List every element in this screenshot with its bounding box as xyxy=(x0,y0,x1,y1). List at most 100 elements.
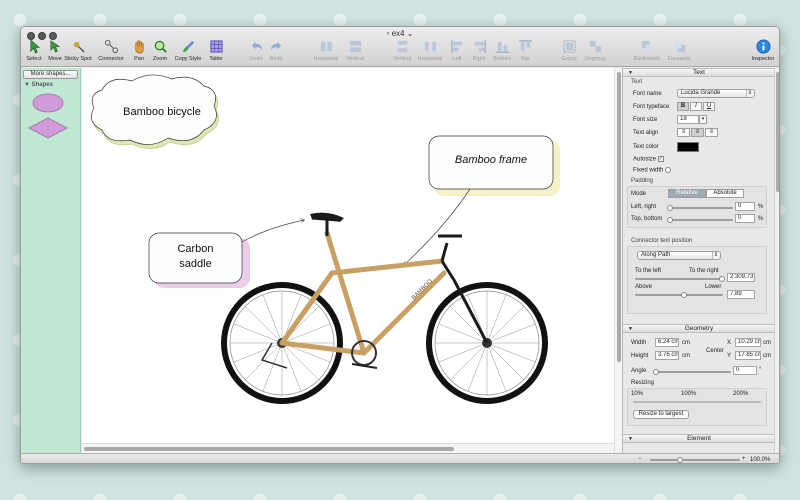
tool-align-vertical[interactable]: Vertical xyxy=(343,39,367,62)
section-text-header[interactable]: ▼ Text xyxy=(623,68,774,77)
group-icon xyxy=(562,40,576,53)
frame-brand-text: BAMBOO xyxy=(411,278,434,301)
angle-field[interactable]: 0 xyxy=(733,366,757,375)
text-color-well[interactable] xyxy=(677,142,699,152)
zoom-out-button[interactable]: − xyxy=(638,456,642,462)
tool-sticky-spot[interactable]: Sticky Spot xyxy=(62,39,94,62)
status-bar-left xyxy=(21,453,622,463)
font-name-popup[interactable]: Lucida Grande ⇕ xyxy=(677,89,755,98)
tool-forwards[interactable]: Forwards xyxy=(665,39,693,62)
tool-inspector[interactable]: Inspector xyxy=(749,39,777,62)
along-path-popup[interactable]: Along Path ⇕ xyxy=(637,251,721,260)
zoom-slider-knob[interactable] xyxy=(677,457,683,463)
zoom-in-button[interactable]: + xyxy=(742,456,746,462)
angle-unit: ° xyxy=(759,367,762,373)
section-element-header[interactable]: ▼ Element xyxy=(623,434,774,443)
x-unit: cm xyxy=(763,340,771,346)
resize-to-largest-button[interactable]: Resize to largest xyxy=(633,410,689,419)
underline-button[interactable]: U xyxy=(703,102,715,111)
disclosure-triangle-icon[interactable]: ▼ xyxy=(628,435,633,443)
connector-frame[interactable] xyxy=(404,188,471,265)
tool-connector[interactable]: Connector xyxy=(96,39,126,62)
angle-slider[interactable] xyxy=(655,371,731,373)
left-right-position-knob[interactable] xyxy=(719,276,725,282)
disclosure-triangle-icon[interactable]: ▼ xyxy=(628,325,633,333)
above-lower-knob[interactable] xyxy=(681,292,687,298)
font-size-field[interactable]: 18 xyxy=(677,115,699,124)
horizontal-scrollbar[interactable] xyxy=(82,443,614,453)
tool-backwards[interactable]: Backwards xyxy=(631,39,663,62)
tool-align-horizontal[interactable]: Horizontal xyxy=(310,39,342,62)
top-bottom-slider-knob[interactable] xyxy=(667,217,673,223)
tool-ungroup[interactable]: Ungroup xyxy=(582,39,608,62)
italic-button[interactable]: I xyxy=(690,102,702,111)
tool-select[interactable]: Select xyxy=(23,39,45,62)
tool-undo[interactable]: Undo xyxy=(247,39,265,62)
top-bottom-field[interactable]: 0 xyxy=(735,214,755,223)
hand-icon xyxy=(134,40,144,54)
vertical-scroll-thumb[interactable] xyxy=(617,72,621,362)
resizing-label: Resizing xyxy=(631,380,655,386)
tool-distribute-horizontal[interactable]: Horizontal xyxy=(414,39,446,62)
left-right-slider-knob[interactable] xyxy=(667,205,673,211)
inspector-scrollbar[interactable] xyxy=(774,68,779,453)
disclosure-triangle-icon[interactable]: ▼ xyxy=(24,82,30,88)
left-right-position-slider[interactable] xyxy=(635,278,723,280)
tool-align-left[interactable]: Left xyxy=(449,39,465,62)
more-shapes-button[interactable]: More shapes... xyxy=(23,70,78,79)
tool-zoom[interactable]: Zoom xyxy=(150,39,170,62)
mode-relative-button[interactable]: Relative xyxy=(668,189,706,198)
resize-100-label: 100% xyxy=(681,391,697,397)
window-title: ▫ ex4 ⌄ xyxy=(386,29,414,38)
tool-copy-style[interactable]: Copy Style xyxy=(172,39,204,62)
y-field[interactable]: 17.85 cm xyxy=(735,351,761,360)
bold-button[interactable]: B xyxy=(677,102,689,111)
mode-absolute-button[interactable]: Absolute xyxy=(706,189,744,198)
tool-distribute-vertical[interactable]: Vertical xyxy=(390,39,414,62)
tool-align-top[interactable]: Top xyxy=(517,39,533,62)
resize-10-label: 10% xyxy=(631,391,644,397)
ellipse-shape[interactable] xyxy=(31,92,65,114)
drawing-canvas[interactable]: BAMBOO Bamboo bicycle Bamboo frame Carbo… xyxy=(82,68,614,443)
top-bottom-slider[interactable] xyxy=(669,219,733,221)
resizing-slider[interactable] xyxy=(633,401,761,403)
height-field[interactable]: 3.76 cm xyxy=(655,351,679,360)
section-geometry-header[interactable]: ▼ Geometry xyxy=(623,324,774,333)
left-right-slider[interactable] xyxy=(669,207,733,209)
align-left-text-button[interactable]: ≡ xyxy=(677,128,690,137)
zoom-slider[interactable] xyxy=(650,459,740,461)
undo-icon xyxy=(251,41,262,51)
tool-redo[interactable]: Redo xyxy=(267,39,285,62)
font-size-dropdown-icon[interactable]: ▾ xyxy=(699,115,707,124)
x-field[interactable]: 10.29 cm xyxy=(735,338,761,347)
width-unit: cm xyxy=(682,340,690,346)
align-right-text-button[interactable]: ≡ xyxy=(705,128,718,137)
autosize-checkbox[interactable]: ✓ xyxy=(657,156,664,162)
tool-group[interactable]: Group xyxy=(559,39,579,62)
fixed-width-checkbox[interactable] xyxy=(665,167,672,173)
inspector-scroll-thumb[interactable] xyxy=(776,72,779,192)
width-field[interactable]: 6.24 cm xyxy=(655,338,679,347)
bicycle-image[interactable]: BAMBOO xyxy=(221,212,548,404)
tool-align-right[interactable]: Right xyxy=(470,39,488,62)
connector-saddle[interactable] xyxy=(241,220,304,243)
shapes-section-header[interactable]: ▼ Shapes xyxy=(24,82,53,88)
above-lower-slider[interactable] xyxy=(635,294,723,296)
align-center-text-button[interactable]: ≡ xyxy=(691,128,704,137)
disclosure-triangle-icon[interactable]: ▼ xyxy=(628,69,633,77)
top-bottom-label: Top, bottom xyxy=(631,216,663,222)
angle-slider-knob[interactable] xyxy=(653,369,659,375)
left-right-position-field[interactable]: 2 309,73 xyxy=(727,273,755,282)
tool-pan[interactable]: Pan xyxy=(130,39,148,62)
tool-align-bottom[interactable]: Bottom xyxy=(491,39,513,62)
horizontal-scroll-thumb[interactable] xyxy=(84,447,454,451)
text-align-label: Text align xyxy=(633,130,659,136)
diamond-shape[interactable] xyxy=(27,116,69,140)
above-lower-field[interactable]: 7,89 xyxy=(727,290,755,299)
left-right-field[interactable]: 0 xyxy=(735,202,755,211)
bubble-frame[interactable] xyxy=(428,135,560,196)
ungroup-icon xyxy=(589,40,601,53)
tool-table[interactable]: Table xyxy=(205,39,227,62)
chevron-down-icon[interactable]: ⌄ xyxy=(407,29,414,38)
vertical-scrollbar[interactable] xyxy=(614,68,622,453)
